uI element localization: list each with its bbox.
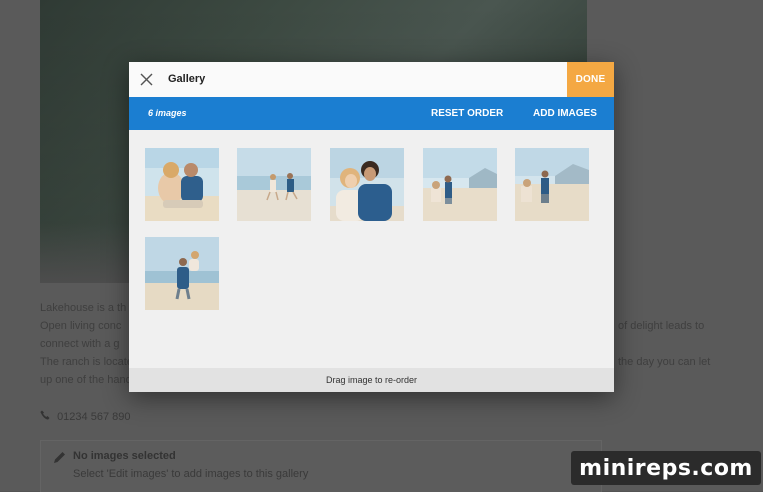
gallery-thumbnail[interactable] [515, 148, 589, 221]
gallery-thumbnail[interactable] [330, 148, 404, 221]
modal-header: Gallery DONE [129, 62, 614, 97]
bg-text-line: Lakehouse is a th [40, 302, 127, 314]
photo-couple-dune [423, 148, 497, 221]
reorder-hint: Drag image to re-order [129, 368, 614, 392]
photo-proposal [515, 148, 589, 221]
add-images-button[interactable]: ADD IMAGES [533, 108, 597, 119]
no-images-panel: No images selected Select 'Edit images' … [40, 440, 602, 492]
close-icon[interactable] [139, 72, 154, 87]
done-button[interactable]: DONE [567, 62, 614, 97]
gallery-modal: Gallery DONE 6 images RESET ORDER ADD IM… [129, 62, 614, 392]
bg-text-line: of delight leads to [618, 320, 705, 332]
no-images-title: No images selected [73, 450, 176, 462]
watermark: minireps.com [571, 451, 761, 485]
no-images-subtitle: Select 'Edit images' to add images to th… [73, 468, 309, 480]
bg-text-line: The ranch is locate [40, 356, 133, 368]
gallery-thumbnail[interactable] [145, 148, 219, 221]
modal-title: Gallery [168, 73, 206, 85]
bg-text-line: Open living conc [40, 320, 122, 332]
bg-text-line: connect with a g [40, 338, 120, 350]
gallery-toolbar: 6 images RESET ORDER ADD IMAGES [129, 97, 614, 130]
bg-text-line: up one of the hand [40, 374, 132, 386]
image-count: 6 images [148, 108, 187, 118]
photo-couple-running [237, 148, 311, 221]
reset-order-button[interactable]: RESET ORDER [431, 108, 503, 119]
bg-phone-number: 01234 567 890 [57, 411, 131, 423]
photo-couple-embracing [330, 148, 404, 221]
photo-man-lifting-woman [145, 237, 219, 310]
gallery-thumbnail[interactable] [423, 148, 497, 221]
gallery-thumbnail[interactable] [145, 237, 219, 310]
phone-icon [40, 410, 50, 420]
bg-phone: 01234 567 890 [40, 410, 130, 423]
bg-text-line: the day you can let [618, 356, 711, 368]
gallery-thumbnail[interactable] [237, 148, 311, 221]
pencil-icon [54, 452, 65, 463]
photo-couple-sitting [145, 148, 219, 221]
